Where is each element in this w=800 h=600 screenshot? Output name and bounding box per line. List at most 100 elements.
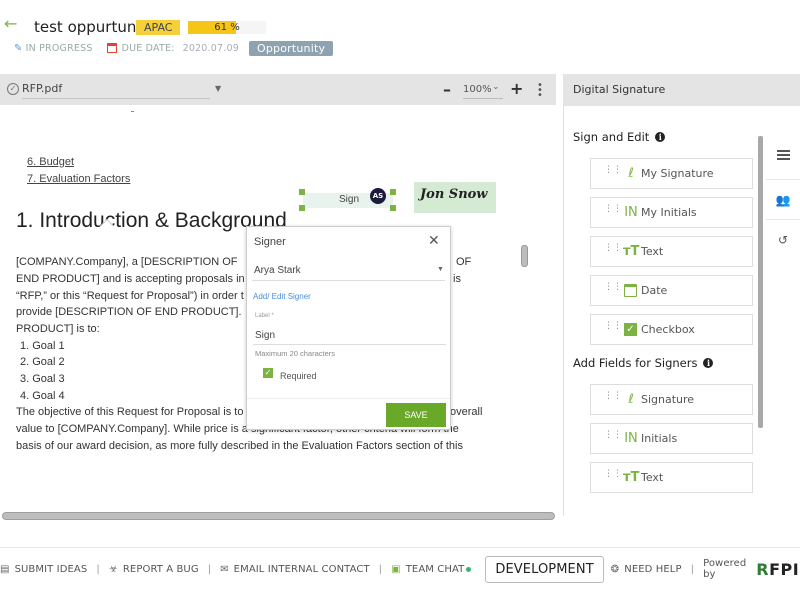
online-status-dot (466, 566, 472, 572)
drag-handle-icon[interactable]: ⋮⋮ (604, 431, 622, 445)
panel-header: Digital Signature (563, 74, 800, 106)
team-chat-link[interactable]: ▣ TEAM CHAT (391, 563, 472, 575)
popover-title: Signer (254, 236, 286, 248)
panel-scrollbar[interactable] (758, 136, 763, 428)
caret-down-icon[interactable]: ▼ (437, 266, 444, 273)
field-date[interactable]: ⋮⋮ Date (590, 275, 753, 306)
field-label: Initials (641, 432, 678, 445)
field-checkbox[interactable]: ⋮⋮ ✓ Checkbox (590, 314, 753, 345)
back-arrow-icon[interactable]: ← (4, 16, 20, 32)
drag-handle-icon[interactable]: ⋮⋮ (604, 244, 622, 258)
tab-signers[interactable]: 👥 (766, 180, 800, 220)
tab-history[interactable]: ↺ (766, 220, 800, 260)
status-text: IN PROGRESS (25, 42, 93, 54)
resize-handle[interactable] (390, 189, 396, 195)
popover-divider (247, 398, 450, 399)
bug-icon: ☣ (108, 563, 118, 575)
doc-text-line: PRODUCT] is to: (16, 323, 100, 335)
doc-text-line: The objective of this Request for Propos… (16, 406, 244, 418)
drag-handle-icon[interactable]: ⋮⋮ (604, 470, 622, 484)
field-label: Text (641, 471, 664, 484)
signer-popover: Signer ✕ Arya Stark ▼ Add/ Edit Signer L… (246, 226, 451, 430)
save-button[interactable]: SAVE (386, 403, 446, 427)
list-icon (777, 150, 790, 162)
field-text[interactable]: ⋮⋮ тT Text (590, 236, 753, 267)
label-input[interactable]: Sign (255, 330, 275, 341)
help-lifebuoy-icon: ❂ (610, 563, 620, 575)
field-signer-text[interactable]: ⋮⋮ тT Text (590, 462, 753, 493)
field-label: My Initials (641, 206, 697, 219)
initials-icon: IN (624, 205, 638, 220)
resize-handle[interactable] (299, 205, 305, 211)
toc-link-budget[interactable]: 6. Budget (27, 156, 74, 168)
users-icon: 👥 (775, 193, 791, 207)
goal-item: 3. Goal 3 (20, 373, 65, 385)
drag-handle-icon[interactable]: ⋮⋮ (604, 392, 622, 406)
vertical-scrollbar[interactable] (521, 245, 528, 267)
doc-text-fragment: overall (450, 406, 483, 418)
signer-avatar: AS (370, 188, 386, 204)
check-circle-icon: ✓ (7, 83, 19, 95)
need-help-link[interactable]: ❂ NEED HELP (611, 564, 682, 575)
zoom-in-button[interactable]: + (510, 79, 523, 98)
file-select[interactable]: RFP.pdf (22, 82, 62, 95)
report-bug-label: REPORT A BUG (122, 563, 199, 575)
signature-preview-text: Jon Snow (420, 187, 488, 202)
report-bug-link[interactable]: ☣ REPORT A BUG (109, 564, 199, 575)
side-tabs: 👥 ↺ (766, 140, 800, 260)
label-helper-text: Maximum 20 characters (255, 349, 336, 358)
text-icon: тT (623, 470, 640, 485)
caret-down-icon[interactable]: ▼ (215, 84, 221, 93)
chevron-down-icon[interactable]: ⌄ (492, 82, 500, 92)
signature-preview[interactable]: Jon Snow (414, 182, 496, 213)
zoom-out-button[interactable]: – (443, 80, 451, 99)
brand-logo-r: R (756, 559, 770, 579)
section-title-sign-and-edit: Sign and Edit i (573, 130, 666, 144)
required-checkbox[interactable]: ✓ (263, 368, 273, 378)
drag-handle-icon[interactable]: ⋮⋮ (604, 283, 622, 297)
resize-handle[interactable] (299, 189, 305, 195)
submit-ideas-link[interactable]: ▤ SUBMIT IDEAS (0, 564, 87, 575)
type-badge: Opportunity (248, 40, 334, 56)
toc-link-evaluation[interactable]: 7. Evaluation Factors (27, 173, 130, 185)
doc-text-line: basis of our award decision, as more ful… (16, 440, 463, 452)
more-vertical-icon[interactable]: • • • (537, 81, 543, 101)
horizontal-scrollbar[interactable] (2, 512, 555, 520)
signer-select-underline (252, 280, 445, 281)
field-my-initials[interactable]: ⋮⋮ IN My Initials (590, 197, 753, 228)
powered-by-label: Powered by (703, 558, 747, 580)
section-title-text: Sign and Edit (573, 130, 650, 144)
drag-handle-icon[interactable]: ⋮⋮ (604, 322, 622, 336)
email-contact-label: EMAIL INTERNAL CONTACT (233, 563, 370, 575)
field-label: My Signature (641, 167, 714, 180)
add-edit-signer-link[interactable]: Add/ Edit Signer (253, 292, 311, 301)
resize-handle[interactable] (390, 205, 396, 211)
pencil-icon: ✎ (14, 42, 23, 54)
separator: | (378, 563, 383, 575)
signer-select[interactable]: Arya Stark (254, 265, 301, 276)
doc-text-line: [COMPANY.Company], a [DESCRIPTION OF (16, 256, 238, 268)
document-toolbar: ✓ RFP.pdf ▼ – 100% ⌄ + • • • (0, 74, 556, 105)
section-title-text: Add Fields for Signers (573, 356, 698, 370)
email-contact-link[interactable]: ✉ EMAIL INTERNAL CONTACT (220, 564, 369, 575)
field-initials[interactable]: ⋮⋮ IN Initials (590, 423, 753, 454)
brand-logo-text: FPIO (769, 559, 800, 579)
due-date-label: DUE DATE: (121, 42, 175, 54)
field-signature[interactable]: ⋮⋮ ℓ Signature (590, 384, 753, 415)
doc-text-fragment: is (453, 273, 461, 285)
history-icon: ↺ (777, 233, 789, 247)
tab-fields[interactable] (766, 140, 800, 180)
drag-handle-icon[interactable]: ⋮⋮ (604, 205, 622, 219)
drag-handle-icon[interactable]: ⋮⋮ (604, 166, 622, 180)
separator: | (690, 563, 695, 575)
close-icon[interactable]: ✕ (428, 232, 440, 249)
doc-text-line: END PRODUCT] and is accepting proposals … (16, 273, 245, 285)
team-chat-label: TEAM CHAT (405, 563, 465, 575)
submit-ideas-label: SUBMIT IDEAS (14, 563, 88, 575)
initials-icon: IN (624, 431, 638, 446)
field-my-signature[interactable]: ⋮⋮ ℓ My Signature (590, 158, 753, 189)
field-label: Signature (641, 393, 695, 406)
info-icon[interactable]: i (703, 358, 714, 368)
info-icon[interactable]: i (655, 132, 666, 142)
zoom-select[interactable]: 100% (463, 84, 492, 95)
